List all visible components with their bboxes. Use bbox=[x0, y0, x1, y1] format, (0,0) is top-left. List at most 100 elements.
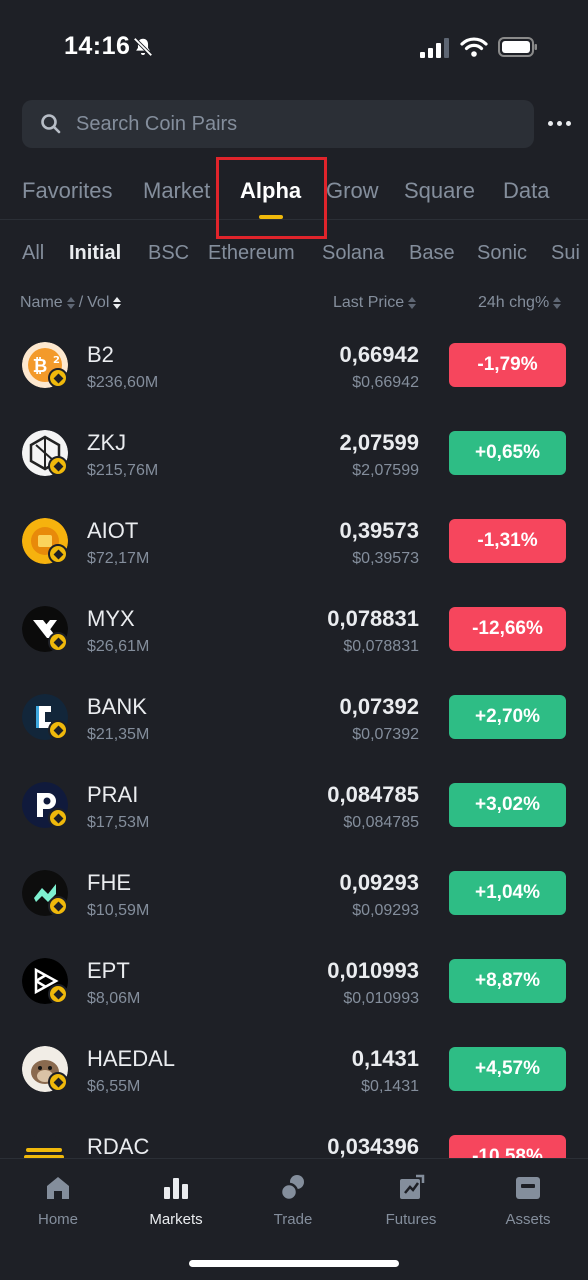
sort-icon bbox=[66, 297, 75, 309]
subtab-bsc[interactable]: BSC bbox=[148, 242, 189, 265]
header-change[interactable]: 24h chg% bbox=[478, 294, 562, 312]
coin-symbol: FHE bbox=[87, 870, 131, 895]
battery-icon bbox=[498, 37, 537, 57]
coin-symbol: ZKJ bbox=[87, 430, 127, 455]
coin-volume: $8,06M bbox=[87, 990, 141, 1007]
sort-icon bbox=[553, 297, 562, 309]
futures-icon bbox=[400, 1174, 425, 1199]
sort-icon bbox=[408, 297, 417, 309]
table-row[interactable]: HAEDAL $6,55M 0,1431 $0,1431 +4,57% bbox=[0, 1024, 588, 1112]
nav-futures[interactable]: Futures bbox=[361, 1173, 461, 1228]
coin-volume: $17,53M bbox=[87, 814, 150, 831]
subtab-all[interactable]: All bbox=[22, 242, 44, 265]
rdac-coin-icon bbox=[22, 1134, 68, 1160]
nav-trade[interactable]: Trade bbox=[243, 1173, 343, 1228]
bnb-chain-badge-icon bbox=[48, 632, 68, 652]
table-row[interactable]: ZKJ $215,76M 2,07599 $2,07599 +0,65% bbox=[0, 408, 588, 496]
coin-price: 0,39573 bbox=[339, 518, 419, 543]
search-bar[interactable] bbox=[22, 100, 534, 148]
change-badge[interactable]: +8,87% bbox=[449, 959, 566, 1003]
tab-square[interactable]: Square bbox=[404, 178, 475, 204]
nav-home-label: Home bbox=[37, 1211, 78, 1228]
nav-assets-label: Assets bbox=[505, 1211, 551, 1228]
coin-volume: $21,35M bbox=[87, 726, 150, 743]
home-icon bbox=[47, 1177, 69, 1199]
more-options-button[interactable] bbox=[544, 112, 574, 134]
nav-assets[interactable]: Assets bbox=[478, 1173, 578, 1228]
coin-price: 0,66942 bbox=[339, 342, 419, 367]
coin-price: 0,09293 bbox=[339, 870, 419, 895]
assets-icon bbox=[516, 1177, 540, 1199]
coin-list: ₿ 2 B2 $236,60M 0,66942 $0,66942 -1,79% … bbox=[0, 320, 588, 1160]
coin-volume: $215,76M bbox=[87, 462, 159, 479]
coin-volume: $236,60M bbox=[87, 374, 159, 391]
bnb-chain-badge-icon bbox=[48, 720, 68, 740]
header-last-price-label: Last Price bbox=[333, 294, 405, 311]
table-row[interactable]: BANK $21,35M 0,07392 $0,07392 +2,70% bbox=[0, 672, 588, 760]
change-badge[interactable]: -10,58% bbox=[449, 1135, 566, 1160]
wifi-icon bbox=[460, 37, 488, 57]
table-row[interactable]: FHE $10,59M 0,09293 $0,09293 +1,04% bbox=[0, 848, 588, 936]
table-row[interactable]: AIOT $72,17M 0,39573 $0,39573 -1,31% bbox=[0, 496, 588, 584]
table-row[interactable]: RDAC 0,034396 -10,58% bbox=[0, 1112, 588, 1160]
table-row[interactable]: PRAI $17,53M 0,084785 $0,084785 +3,02% bbox=[0, 760, 588, 848]
tab-market[interactable]: Market bbox=[143, 178, 210, 204]
table-row[interactable]: MYX $26,61M 0,078831 $0,078831 -12,66% bbox=[0, 584, 588, 672]
bnb-chain-badge-icon bbox=[48, 456, 68, 476]
coin-price: 0,078831 bbox=[327, 606, 419, 631]
coin-symbol: B2 bbox=[87, 342, 114, 367]
coin-price: 0,010993 bbox=[327, 958, 419, 983]
header-name-vol[interactable]: Name / Vol bbox=[20, 294, 122, 312]
change-badge[interactable]: -1,31% bbox=[449, 519, 566, 563]
nav-markets-label: Markets bbox=[149, 1211, 203, 1228]
table-row[interactable]: EPT $8,06M 0,010993 $0,010993 +8,87% bbox=[0, 936, 588, 1024]
sort-desc-icon bbox=[113, 297, 122, 309]
svg-text:2: 2 bbox=[53, 355, 60, 366]
subtab-initial[interactable]: Initial bbox=[69, 242, 121, 265]
coin-price: 0,084785 bbox=[327, 782, 419, 807]
tab-data[interactable]: Data bbox=[503, 178, 549, 204]
coin-volume: $10,59M bbox=[87, 902, 150, 919]
coin-price-usd: $0,010993 bbox=[343, 990, 419, 1007]
bnb-chain-badge-icon bbox=[48, 368, 68, 388]
subtab-base[interactable]: Base bbox=[409, 242, 455, 265]
change-badge[interactable]: +4,57% bbox=[449, 1047, 566, 1091]
tab-favorites[interactable]: Favorites bbox=[22, 178, 112, 204]
nav-markets[interactable]: Markets bbox=[126, 1173, 226, 1228]
cellular-signal-icon bbox=[420, 38, 449, 58]
header-last-price[interactable]: Last Price bbox=[333, 294, 417, 312]
subtab-sonic[interactable]: Sonic bbox=[477, 242, 527, 265]
search-input[interactable] bbox=[76, 112, 496, 136]
coin-volume: $72,17M bbox=[87, 550, 150, 567]
bnb-chain-badge-icon bbox=[48, 1072, 68, 1092]
coin-price: 0,07392 bbox=[339, 694, 419, 719]
bnb-chain-badge-icon bbox=[48, 544, 68, 564]
nav-home[interactable]: Home bbox=[8, 1173, 108, 1228]
bnb-chain-badge-icon bbox=[48, 808, 68, 828]
annotation-highlight-box bbox=[216, 157, 327, 239]
coin-symbol: RDAC bbox=[87, 1134, 150, 1159]
tab-grow[interactable]: Grow bbox=[326, 178, 379, 204]
bnb-chain-badge-icon bbox=[48, 896, 68, 916]
coin-volume: $6,55M bbox=[87, 1078, 141, 1095]
change-badge[interactable]: +2,70% bbox=[449, 695, 566, 739]
coin-price-usd: $0,66942 bbox=[352, 374, 419, 391]
coin-price-usd: $0,1431 bbox=[361, 1078, 419, 1095]
svg-text:₿: ₿ bbox=[33, 356, 48, 377]
table-row[interactable]: ₿ 2 B2 $236,60M 0,66942 $0,66942 -1,79% bbox=[0, 320, 588, 408]
change-badge[interactable]: +0,65% bbox=[449, 431, 566, 475]
change-badge[interactable]: -12,66% bbox=[449, 607, 566, 651]
subtab-solana[interactable]: Solana bbox=[322, 242, 384, 265]
sub-tabs: All Initial BSC Ethereum Solana Base Son… bbox=[0, 240, 588, 272]
subtab-ethereum[interactable]: Ethereum bbox=[208, 242, 295, 265]
bnb-chain-badge-icon bbox=[48, 984, 68, 1004]
nav-trade-label: Trade bbox=[273, 1211, 313, 1228]
header-change-label: 24h chg% bbox=[478, 294, 550, 311]
change-badge[interactable]: -1,79% bbox=[449, 343, 566, 387]
change-badge[interactable]: +3,02% bbox=[449, 783, 566, 827]
coin-volume: $26,61M bbox=[87, 638, 150, 655]
change-badge[interactable]: +1,04% bbox=[449, 871, 566, 915]
status-time: 14:16 bbox=[64, 32, 131, 60]
subtab-sui[interactable]: Sui bbox=[551, 242, 580, 265]
coin-symbol: AIOT bbox=[87, 518, 139, 543]
